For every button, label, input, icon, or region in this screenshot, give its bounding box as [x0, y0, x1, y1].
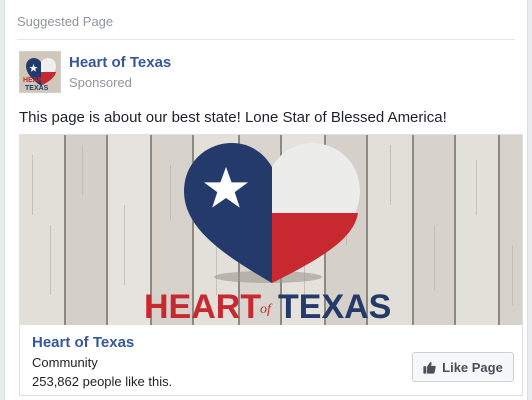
- page-name-link[interactable]: Heart of Texas: [69, 54, 171, 71]
- ad-image[interactable]: HEART of TEXAS: [20, 135, 523, 325]
- like-page-button[interactable]: Like Page: [412, 352, 514, 382]
- wordmark-texas: TEXAS: [278, 288, 391, 325]
- heart-of-texas-thumbnail: HEART TEXAS: [20, 52, 60, 92]
- attachment-page-name[interactable]: Heart of Texas: [32, 334, 134, 351]
- page-category: Community: [32, 355, 98, 370]
- suggested-page-label: Suggested Page: [17, 14, 114, 29]
- thumbnail-word-texas: TEXAS: [25, 85, 49, 92]
- suggested-page-card: Suggested Page HEART TEXAS Heart of Texa…: [4, 0, 528, 400]
- ad-attachment[interactable]: HEART of TEXAS Heart of Texas Community …: [19, 134, 523, 396]
- sponsored-label[interactable]: Sponsored: [69, 75, 132, 90]
- wordmark-heart: HEART: [144, 288, 261, 325]
- attachment-footer: Heart of Texas Community 253,862 people …: [20, 325, 522, 395]
- page-profile-picture[interactable]: HEART TEXAS: [19, 51, 61, 93]
- divider: [17, 39, 515, 40]
- thumbnail-word-heart: HEART: [23, 77, 48, 84]
- post-message: This page is about our best state! Lone …: [19, 109, 447, 126]
- like-page-label: Like Page: [442, 359, 503, 375]
- page-like-count: 253,862 people like this.: [32, 374, 173, 389]
- thumbs-up-icon: [423, 361, 436, 374]
